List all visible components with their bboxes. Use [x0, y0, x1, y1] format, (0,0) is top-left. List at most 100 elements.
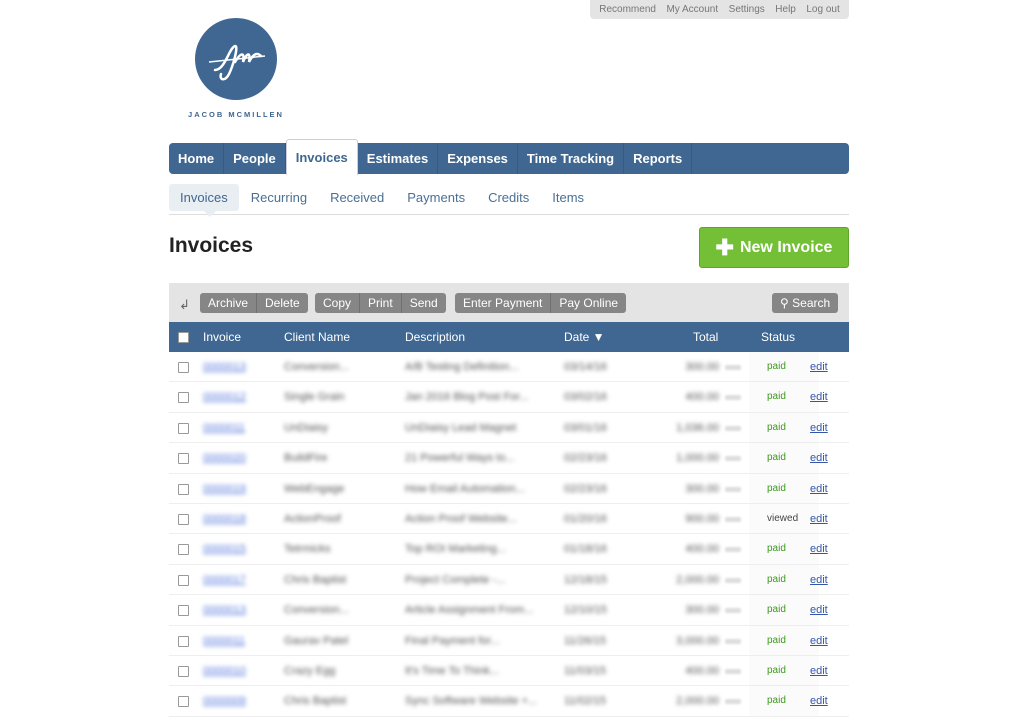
currency-badge: [725, 547, 741, 553]
row-checkbox[interactable]: [178, 362, 189, 373]
util-settings-link[interactable]: Settings: [729, 4, 765, 15]
search-button[interactable]: ⚲ Search: [772, 293, 839, 313]
edit-link[interactable]: edit: [810, 574, 828, 586]
enter-payment-button[interactable]: Enter Payment: [455, 293, 552, 313]
invoice-number-link[interactable]: 0000013: [203, 361, 246, 373]
subtab-credits[interactable]: Credits: [477, 184, 540, 211]
edit-link[interactable]: edit: [810, 604, 828, 616]
description: Final Payment for...: [405, 634, 500, 647]
row-checkbox[interactable]: [178, 544, 189, 556]
col-client[interactable]: Client Name: [284, 330, 350, 344]
util-help-link[interactable]: Help: [775, 4, 796, 15]
client-name: ActionProof: [284, 512, 341, 525]
invoice-number-link[interactable]: 0000011: [203, 635, 245, 647]
invoice-number-link[interactable]: 0000009: [203, 695, 246, 707]
row-checkbox[interactable]: [178, 635, 189, 647]
total: 2,000.00: [676, 573, 719, 586]
tab-time-tracking[interactable]: Time Tracking: [518, 143, 625, 174]
edit-link[interactable]: edit: [810, 422, 828, 434]
status-badge: viewed: [767, 512, 799, 524]
subtab-items[interactable]: Items: [541, 184, 595, 211]
edit-link[interactable]: edit: [810, 483, 828, 495]
bulk-action-toolbar: ↲ Archive Delete Copy Print Send Enter P…: [169, 283, 849, 322]
delete-button[interactable]: Delete: [257, 293, 308, 313]
currency-badge: [725, 699, 741, 705]
row-checkbox[interactable]: [178, 605, 189, 617]
invoice-number-link[interactable]: 0000018: [203, 513, 246, 525]
subtab-recurring[interactable]: Recurring: [240, 184, 318, 211]
tab-home[interactable]: Home: [169, 143, 225, 174]
copy-button[interactable]: Copy: [315, 293, 361, 313]
util-logout-link[interactable]: Log out: [806, 4, 839, 15]
archive-button[interactable]: Archive: [200, 293, 258, 313]
col-total[interactable]: Total: [693, 330, 718, 344]
subtab-invoices[interactable]: Invoices: [169, 183, 239, 211]
edit-link[interactable]: edit: [810, 635, 828, 647]
invoice-number-link[interactable]: 0000010: [203, 665, 246, 677]
invoice-number-link[interactable]: 0000017: [203, 574, 246, 586]
status-badge: paid: [767, 421, 786, 433]
edit-link[interactable]: edit: [810, 665, 828, 677]
invoice-number-link[interactable]: 0000011: [203, 422, 245, 434]
new-invoice-button[interactable]: ✚ New Invoice: [699, 227, 849, 268]
subtab-payments[interactable]: Payments: [396, 184, 476, 211]
main-nav: Home People Invoices Estimates Expenses …: [169, 139, 849, 175]
row-checkbox[interactable]: [178, 422, 189, 434]
row-checkbox[interactable]: [178, 483, 189, 495]
tab-people[interactable]: People: [224, 143, 286, 174]
tab-estimates[interactable]: Estimates: [358, 143, 439, 174]
util-my-account-link[interactable]: My Account: [666, 4, 718, 15]
client-name: Chris Baptist: [284, 695, 347, 708]
edit-link[interactable]: edit: [810, 513, 828, 525]
col-status: Status: [761, 330, 796, 344]
col-description[interactable]: Description: [405, 330, 465, 344]
description: Action Proof Website...: [405, 512, 517, 525]
invoice-number-link[interactable]: 0000020: [203, 452, 246, 464]
tab-expenses[interactable]: Expenses: [438, 143, 518, 174]
total: 1,036.00: [676, 421, 719, 434]
subtab-received[interactable]: Received: [319, 184, 395, 211]
row-checkbox[interactable]: [178, 574, 189, 586]
date: 03/14/16: [564, 361, 607, 373]
total: 3,000.00: [676, 634, 719, 647]
invoice-number-link[interactable]: 0000012: [203, 391, 246, 403]
row-checkbox[interactable]: [178, 513, 189, 525]
select-arrow-icon: ↲: [179, 297, 190, 312]
utility-nav: Recommend My Account Settings Help Log o…: [590, 0, 849, 19]
edit-link[interactable]: edit: [810, 391, 828, 403]
invoice-number-link[interactable]: 0000019: [203, 483, 246, 495]
pay-online-button[interactable]: Pay Online: [551, 293, 627, 313]
col-date[interactable]: Date ▼: [564, 330, 605, 344]
table-row: 0000018 ActionProof Action Proof Website…: [169, 503, 849, 535]
date: 01/18/16: [564, 543, 607, 556]
client-name: Tetrmicks: [284, 543, 331, 556]
invoice-number-link[interactable]: 0000015: [203, 543, 246, 555]
tab-invoices[interactable]: Invoices: [285, 139, 358, 175]
page-title: Invoices: [169, 234, 254, 257]
row-checkbox[interactable]: [178, 453, 189, 465]
row-checkbox[interactable]: [178, 665, 189, 677]
row-checkbox[interactable]: [178, 392, 189, 404]
payment-group: Enter Payment Pay Online: [455, 293, 627, 313]
row-checkbox[interactable]: [178, 696, 189, 708]
currency-badge: [725, 395, 741, 401]
send-button[interactable]: Send: [401, 293, 446, 313]
col-invoice[interactable]: Invoice: [203, 330, 241, 344]
edit-link[interactable]: edit: [810, 452, 828, 464]
tab-reports[interactable]: Reports: [624, 143, 693, 174]
table-body: 0000013 Conversion... A/B Testing Defini…: [169, 352, 849, 717]
print-button[interactable]: Print: [360, 293, 402, 313]
util-recommend-link[interactable]: Recommend: [599, 4, 656, 15]
select-all-checkbox[interactable]: [178, 332, 189, 343]
client-name: BuildFire: [284, 452, 328, 465]
status-badge: paid: [767, 573, 786, 585]
table-row: 0000011 UnDiaisy UnDiaisy Lead Magnet 03…: [169, 412, 849, 444]
invoice-number-link[interactable]: 0000013: [203, 604, 246, 616]
edit-link[interactable]: edit: [810, 361, 828, 373]
table-row: 0000013 Conversion... A/B Testing Defini…: [169, 352, 849, 383]
status-badge: paid: [767, 361, 786, 372]
status-badge: paid: [767, 543, 786, 555]
description: Article Assignment From...: [405, 604, 534, 617]
edit-link[interactable]: edit: [810, 695, 828, 707]
edit-link[interactable]: edit: [810, 543, 828, 555]
